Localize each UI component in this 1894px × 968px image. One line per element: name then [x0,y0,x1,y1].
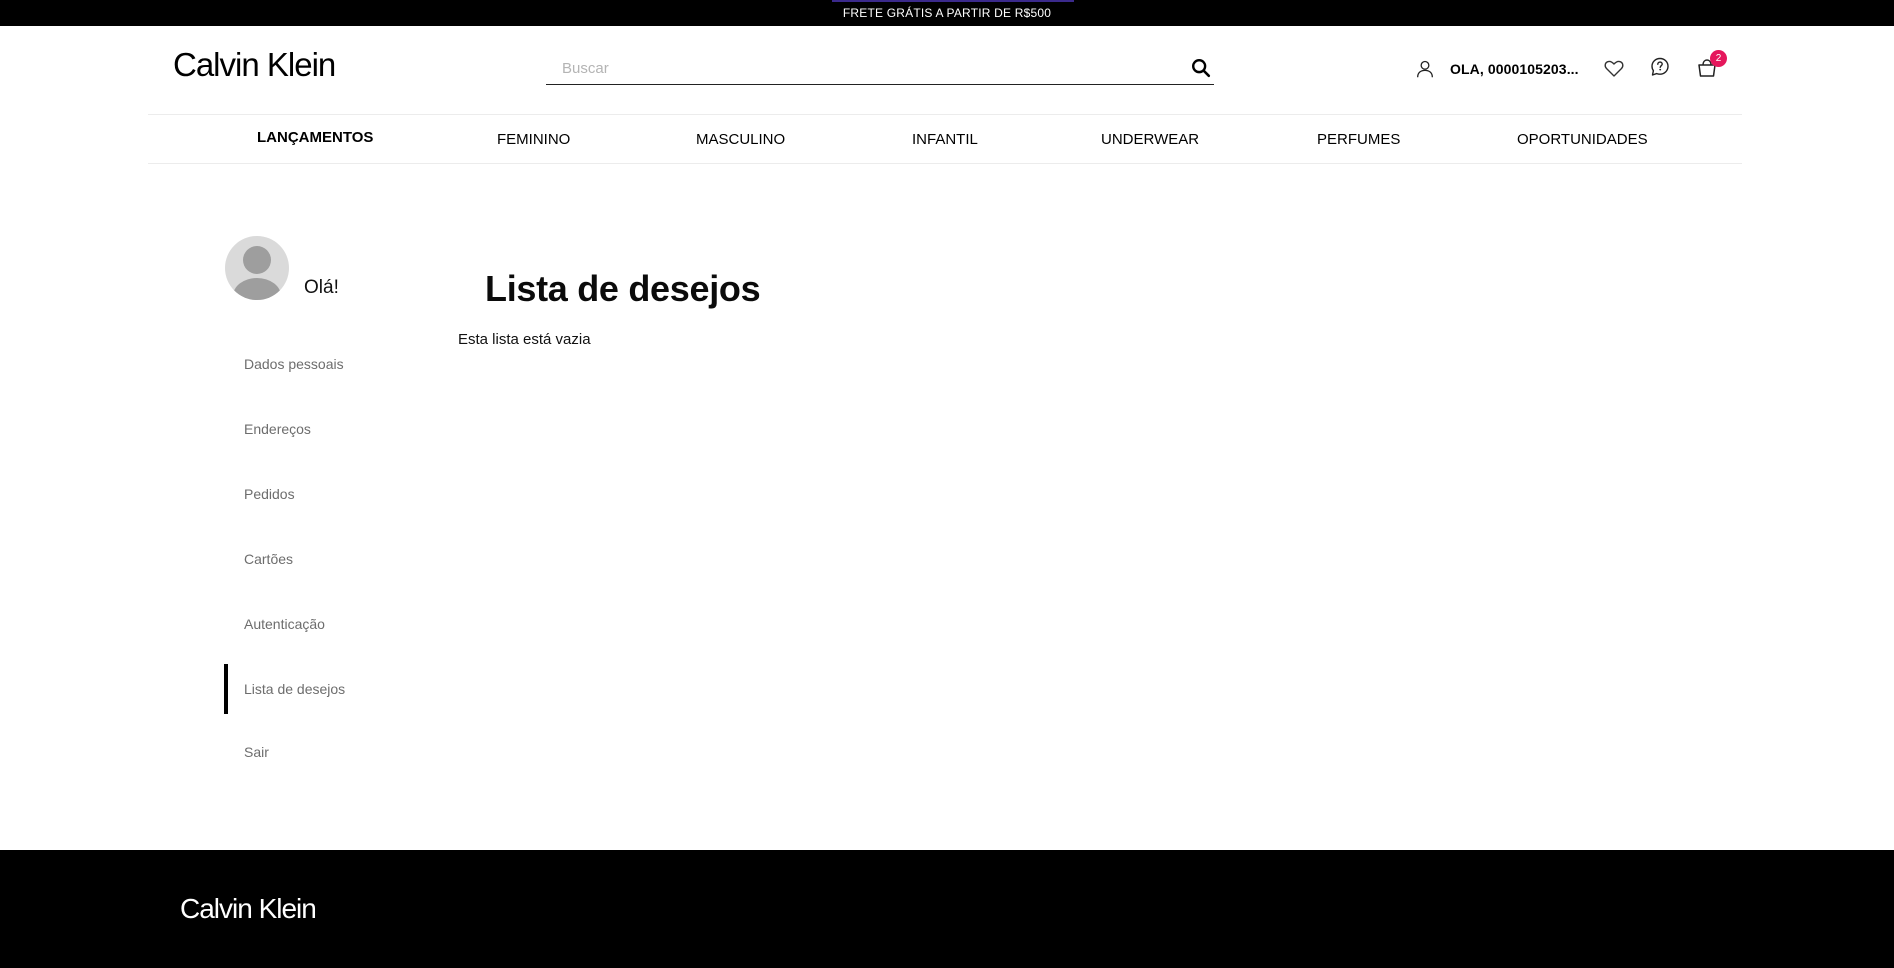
nav-item-infantil[interactable]: INFANTIL [912,131,978,148]
avatar-body-shape [233,278,281,300]
nav-item-feminino[interactable]: FEMININO [497,131,570,148]
page-title: Lista de desejos [485,268,761,309]
cart-count-badge: 2 [1710,50,1727,67]
sidebar-item-cartoes[interactable]: Cartões [244,551,293,567]
active-indicator [224,664,228,714]
footer: Calvin Klein [0,850,1894,968]
nav-item-masculino[interactable]: MASCULINO [696,131,785,148]
footer-logo[interactable]: Calvin Klein [180,893,317,925]
avatar [225,236,289,300]
nav-item-perfumes[interactable]: PERFUMES [1317,131,1400,148]
header: Calvin Klein OLA, 0000105203... 2 [0,26,1894,114]
promo-text: FRETE GRÁTIS A PARTIR DE R$500 [842,6,1052,20]
sidebar-item-pedidos[interactable]: Pedidos [244,486,295,502]
sidebar-item-sair[interactable]: Sair [244,744,269,760]
brand-logo[interactable]: Calvin Klein [173,46,336,84]
sidebar-item-dados-pessoais[interactable]: Dados pessoais [244,356,344,372]
search-bar [546,51,1214,85]
user-icon [1417,60,1433,78]
nav-item-oportunidades[interactable]: OPORTUNIDADES [1517,131,1648,148]
main-nav: LANÇAMENTOS FEMININO MASCULINO INFANTIL … [148,114,1742,164]
user-greeting: OLA, 0000105203... [1450,61,1579,77]
sidebar-item-enderecos[interactable]: Endereços [244,421,311,437]
heart-icon[interactable] [1602,56,1626,80]
sidebar-item-autenticacao[interactable]: Autenticação [244,616,325,632]
help-icon[interactable] [1648,55,1672,79]
sidebar-greeting: Olá! [304,277,339,298]
promo-bar: FRETE GRÁTIS A PARTIR DE R$500 [0,0,1894,26]
search-input[interactable] [562,55,1162,81]
avatar-head-shape [243,246,271,274]
sidebar-item-lista-de-desejos[interactable]: Lista de desejos [244,681,345,697]
empty-list-message: Esta lista está vazia [458,331,591,348]
nav-item-lancamentos[interactable]: LANÇAMENTOS [257,129,373,146]
promo-accent-line [832,0,1074,2]
search-icon[interactable] [1190,57,1212,79]
nav-item-underwear[interactable]: UNDERWEAR [1101,131,1199,148]
account-link[interactable]: OLA, 0000105203... [1414,54,1579,84]
